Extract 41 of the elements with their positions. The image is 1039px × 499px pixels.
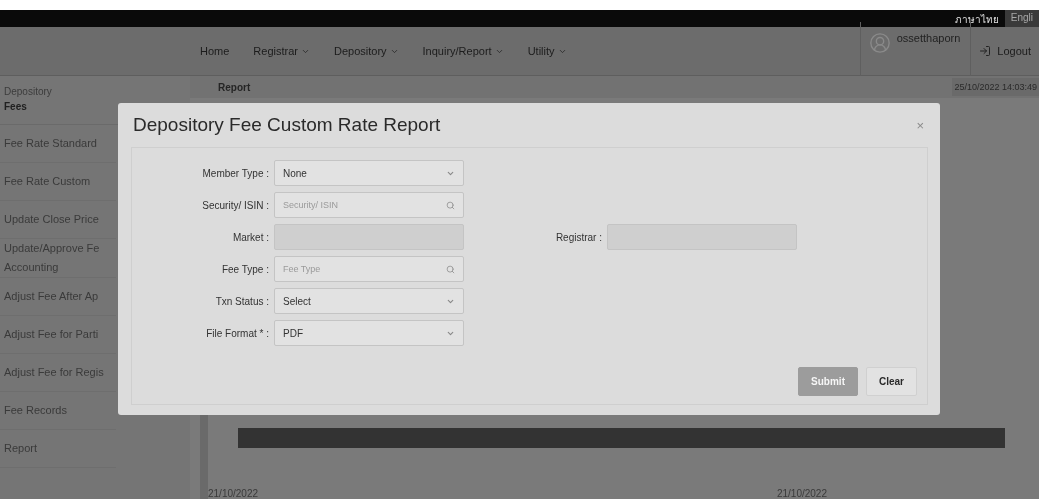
dropdown-field[interactable]: PDF [274, 320, 464, 346]
nav-item[interactable]: Inquiry/Report [422, 45, 504, 57]
input-field[interactable]: Fee Type [274, 256, 464, 282]
input-field[interactable] [274, 224, 464, 250]
logout-link[interactable]: Logout [971, 45, 1039, 57]
nav-item[interactable]: Utility [527, 45, 567, 57]
sidebar-item[interactable]: Fee Records [0, 392, 116, 430]
sidebar-section: Depository [0, 86, 190, 97]
field-label: File Format * : [205, 327, 270, 339]
field-label: Member Type : [201, 167, 270, 179]
search-icon [446, 200, 455, 210]
input-field[interactable] [607, 224, 797, 250]
field-label: Fee Type : [220, 263, 270, 275]
language-link[interactable]: Engli [1004, 10, 1039, 27]
sidebar-item[interactable]: Update/Approve Fe Accounting [0, 239, 116, 278]
nav-item[interactable]: Registrar [253, 45, 310, 57]
nav-item[interactable]: Depository [333, 45, 399, 57]
field-label: Txn Status : [214, 295, 270, 307]
sidebar-item[interactable]: Update Close Price [0, 201, 116, 239]
field-label: Market : [231, 231, 270, 243]
date-text: 21/10/2022 [208, 488, 259, 499]
dropdown-field[interactable]: Select [274, 288, 464, 314]
dropdown-field[interactable]: None [274, 160, 464, 186]
nav-item[interactable]: Home [200, 45, 230, 57]
clear-button[interactable]: Clear [866, 367, 917, 396]
search-icon [446, 264, 455, 274]
sidebar-item[interactable]: Fee Rate Standard [0, 125, 116, 163]
logout-icon [979, 45, 992, 57]
field-label: Registrar : [554, 231, 603, 243]
language-link[interactable]: ภาษาไทย [948, 10, 1005, 27]
date-text: 21/10/2022 [776, 488, 827, 499]
input-field[interactable]: Security/ ISIN [274, 192, 464, 218]
avatar-icon [868, 32, 891, 54]
sidebar-item[interactable]: Fee Rate Custom [0, 163, 116, 201]
user-name: ossetthaporn [896, 32, 961, 44]
date-time: 25/10/2022 14:03:49 [952, 78, 1039, 96]
breadcrumb: Report [218, 81, 251, 93]
sidebar-item[interactable]: Report [0, 430, 116, 468]
field-label: Security/ ISIN : [201, 199, 270, 211]
sidebar-item[interactable]: Adjust Fee After Ap [0, 278, 116, 316]
close-button[interactable]: × [912, 117, 928, 133]
